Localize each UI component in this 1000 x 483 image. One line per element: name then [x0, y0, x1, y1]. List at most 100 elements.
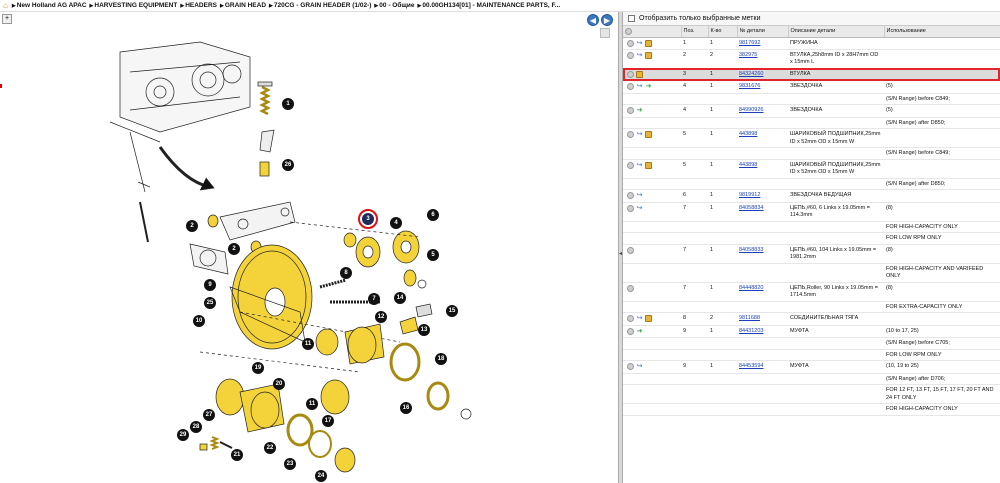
refresh-icon[interactable]: ↪ [636, 192, 643, 199]
table-row[interactable]: FOR LOW RPM ONLY [623, 232, 1000, 245]
cell-part-number[interactable] [737, 403, 788, 416]
table-row[interactable]: ➜ 9 1 84431203 МУФТА (10 to 17, 25) [623, 325, 1000, 339]
cell-part-number[interactable] [737, 337, 788, 350]
cell-part-number[interactable]: 9819912 [737, 189, 788, 203]
callout[interactable]: 2 [186, 220, 198, 232]
settings-icon[interactable] [625, 27, 632, 35]
info-icon[interactable] [627, 363, 634, 371]
callout[interactable]: 12 [375, 311, 387, 323]
refresh-icon[interactable]: ↪ [636, 315, 643, 322]
callout[interactable]: 18 [435, 353, 447, 365]
info-icon[interactable] [627, 83, 634, 91]
table-row[interactable]: 3 1 84324260 ВТУЛКА [623, 68, 1000, 82]
table-row[interactable]: ↪ 5 1 443898 ШАРИКОВЫЙ ПОДШИПНИК,25mm ID x 5… [623, 159, 1000, 179]
info-icon[interactable] [627, 284, 634, 292]
callout[interactable]: 20 [273, 378, 285, 390]
replace-arrow-icon[interactable]: ➜ [636, 328, 643, 335]
info-icon[interactable] [627, 131, 634, 139]
cell-part-number[interactable]: 9831676 [737, 80, 788, 94]
refresh-icon[interactable]: ↪ [636, 40, 643, 47]
cell-part-number[interactable]: 84453594 [737, 360, 788, 374]
breadcrumb-item[interactable]: HARVESTING EQUIPMENT [94, 2, 177, 9]
cell-part-number[interactable]: 9811688 [737, 312, 788, 326]
callout[interactable]: 29 [177, 429, 189, 441]
add-to-cart-icon[interactable] [645, 315, 652, 323]
callout[interactable]: 1 [282, 98, 294, 110]
info-icon[interactable] [627, 39, 634, 47]
callout[interactable]: 14 [394, 292, 406, 304]
table-row[interactable]: (S/N Range) before C849; [623, 93, 1000, 106]
callout[interactable]: 28 [190, 421, 202, 433]
cell-part-number[interactable]: 84058833 [737, 244, 788, 264]
table-row[interactable]: (S/N Range) before C849; [623, 147, 1000, 160]
cell-part-number[interactable] [737, 301, 788, 314]
table-row[interactable]: FOR LOW RPM ONLY [623, 349, 1000, 362]
callout[interactable]: 6 [427, 209, 439, 221]
header-pos[interactable]: Поз. [681, 26, 709, 38]
callout[interactable]: 13 [418, 324, 430, 336]
callout[interactable]: 16 [400, 402, 412, 414]
table-row[interactable]: ↪ 8 2 9811688 СОЕДИНИТЕЛЬНАЯ ТЯГА [623, 312, 1000, 326]
add-to-cart-icon[interactable] [645, 131, 652, 139]
header-description[interactable]: Описание детали [788, 26, 885, 38]
callout[interactable]: 9 [204, 279, 216, 291]
table-row[interactable]: ↪ 7 1 84058834 ЦЕПЬ,#60, 6 Links x 19.05mm =… [623, 202, 1000, 222]
collapse-icon[interactable]: ◂ [619, 250, 622, 257]
callout[interactable]: 10 [193, 315, 205, 327]
cell-part-number[interactable]: 84990926 [737, 104, 788, 118]
table-row[interactable]: ↪ ➜ 4 1 9831676 ЗВЕЗДОЧКА (5) [623, 80, 1000, 94]
info-icon[interactable] [627, 161, 634, 169]
callout[interactable]: 5 [427, 249, 439, 261]
callout[interactable]: 23 [284, 458, 296, 470]
info-icon[interactable] [627, 192, 634, 200]
header-usage[interactable]: Использование [884, 26, 1000, 38]
cell-part-number[interactable] [737, 349, 788, 362]
add-to-cart-icon[interactable] [645, 51, 652, 59]
table-row[interactable]: FOR 12 FT, 13 FT, 15 FT, 17 FT, 20 FT AN… [623, 384, 1000, 405]
callout[interactable]: 22 [264, 442, 276, 454]
callout-selected[interactable]: 3 [358, 209, 378, 229]
refresh-icon[interactable]: ↪ [636, 83, 643, 90]
cell-part-number[interactable]: 9817692 [737, 37, 788, 50]
info-icon[interactable] [627, 204, 634, 212]
cell-part-number[interactable] [737, 263, 788, 283]
breadcrumb-item[interactable]: New Holland AG APAC [17, 2, 87, 9]
callout[interactable]: 27 [203, 409, 215, 421]
breadcrumb-item[interactable]: 720CG - GRAIN HEADER (1/02-) [274, 2, 372, 9]
add-to-cart-icon[interactable] [645, 39, 652, 47]
header-qty[interactable]: К-во [708, 26, 738, 38]
table-row[interactable]: FOR HIGH-CAPACITY AND VARIFEED ONLY [623, 263, 1000, 283]
table-row[interactable]: FOR HIGH-CAPACITY ONLY [623, 403, 1000, 416]
show-selected-checkbox[interactable] [628, 15, 635, 22]
callout[interactable]: 11 [306, 398, 318, 410]
table-row[interactable]: (S/N Range) after D850; [623, 178, 1000, 191]
cell-part-number[interactable] [737, 178, 788, 191]
table-row[interactable]: ↪ 2 2 382975 ВТУЛКА,25h8mm ID x 28H7mm OD x … [623, 49, 1000, 69]
breadcrumb-item[interactable]: GRAIN HEAD [225, 2, 266, 9]
refresh-icon[interactable]: ↪ [636, 363, 643, 370]
callout[interactable]: 15 [446, 305, 458, 317]
cell-part-number[interactable]: 382975 [737, 49, 788, 69]
refresh-icon[interactable]: ↪ [636, 131, 643, 138]
add-to-cart-icon[interactable] [636, 70, 643, 78]
breadcrumb-item[interactable]: 00.00GH134[01] - MAINTENANCE PARTS, F... [422, 2, 560, 9]
header-part-number[interactable]: № детали [737, 26, 789, 38]
cell-part-number[interactable] [737, 232, 788, 245]
callout[interactable]: 25 [204, 297, 216, 309]
callout[interactable]: 17 [322, 415, 334, 427]
callout[interactable]: 24 [315, 470, 327, 482]
cell-part-number[interactable]: 84431203 [737, 325, 788, 339]
table-row[interactable]: (S/N Range) before C705; [623, 337, 1000, 350]
table-row[interactable]: ↪ 5 1 443898 ШАРИКОВЫЙ ПОДШИПНИК,25mm ID x 5… [623, 128, 1000, 149]
cell-part-number[interactable]: 443898 [737, 159, 788, 179]
callout[interactable]: 26 [282, 159, 294, 171]
callout[interactable]: 19 [252, 362, 264, 374]
add-to-cart-icon[interactable] [645, 161, 652, 169]
cell-part-number[interactable] [737, 93, 788, 106]
table-row[interactable]: FOR HIGH-CAPACITY ONLY [623, 221, 1000, 234]
cell-part-number[interactable] [737, 384, 788, 405]
replace-arrow-icon[interactable]: ➜ [636, 107, 643, 114]
info-icon[interactable] [627, 51, 634, 59]
table-row[interactable]: (S/N Range) after D706; [623, 373, 1000, 386]
table-row[interactable]: ➜ 4 1 84990926 ЗВЕЗДОЧКА (5) [623, 104, 1000, 118]
